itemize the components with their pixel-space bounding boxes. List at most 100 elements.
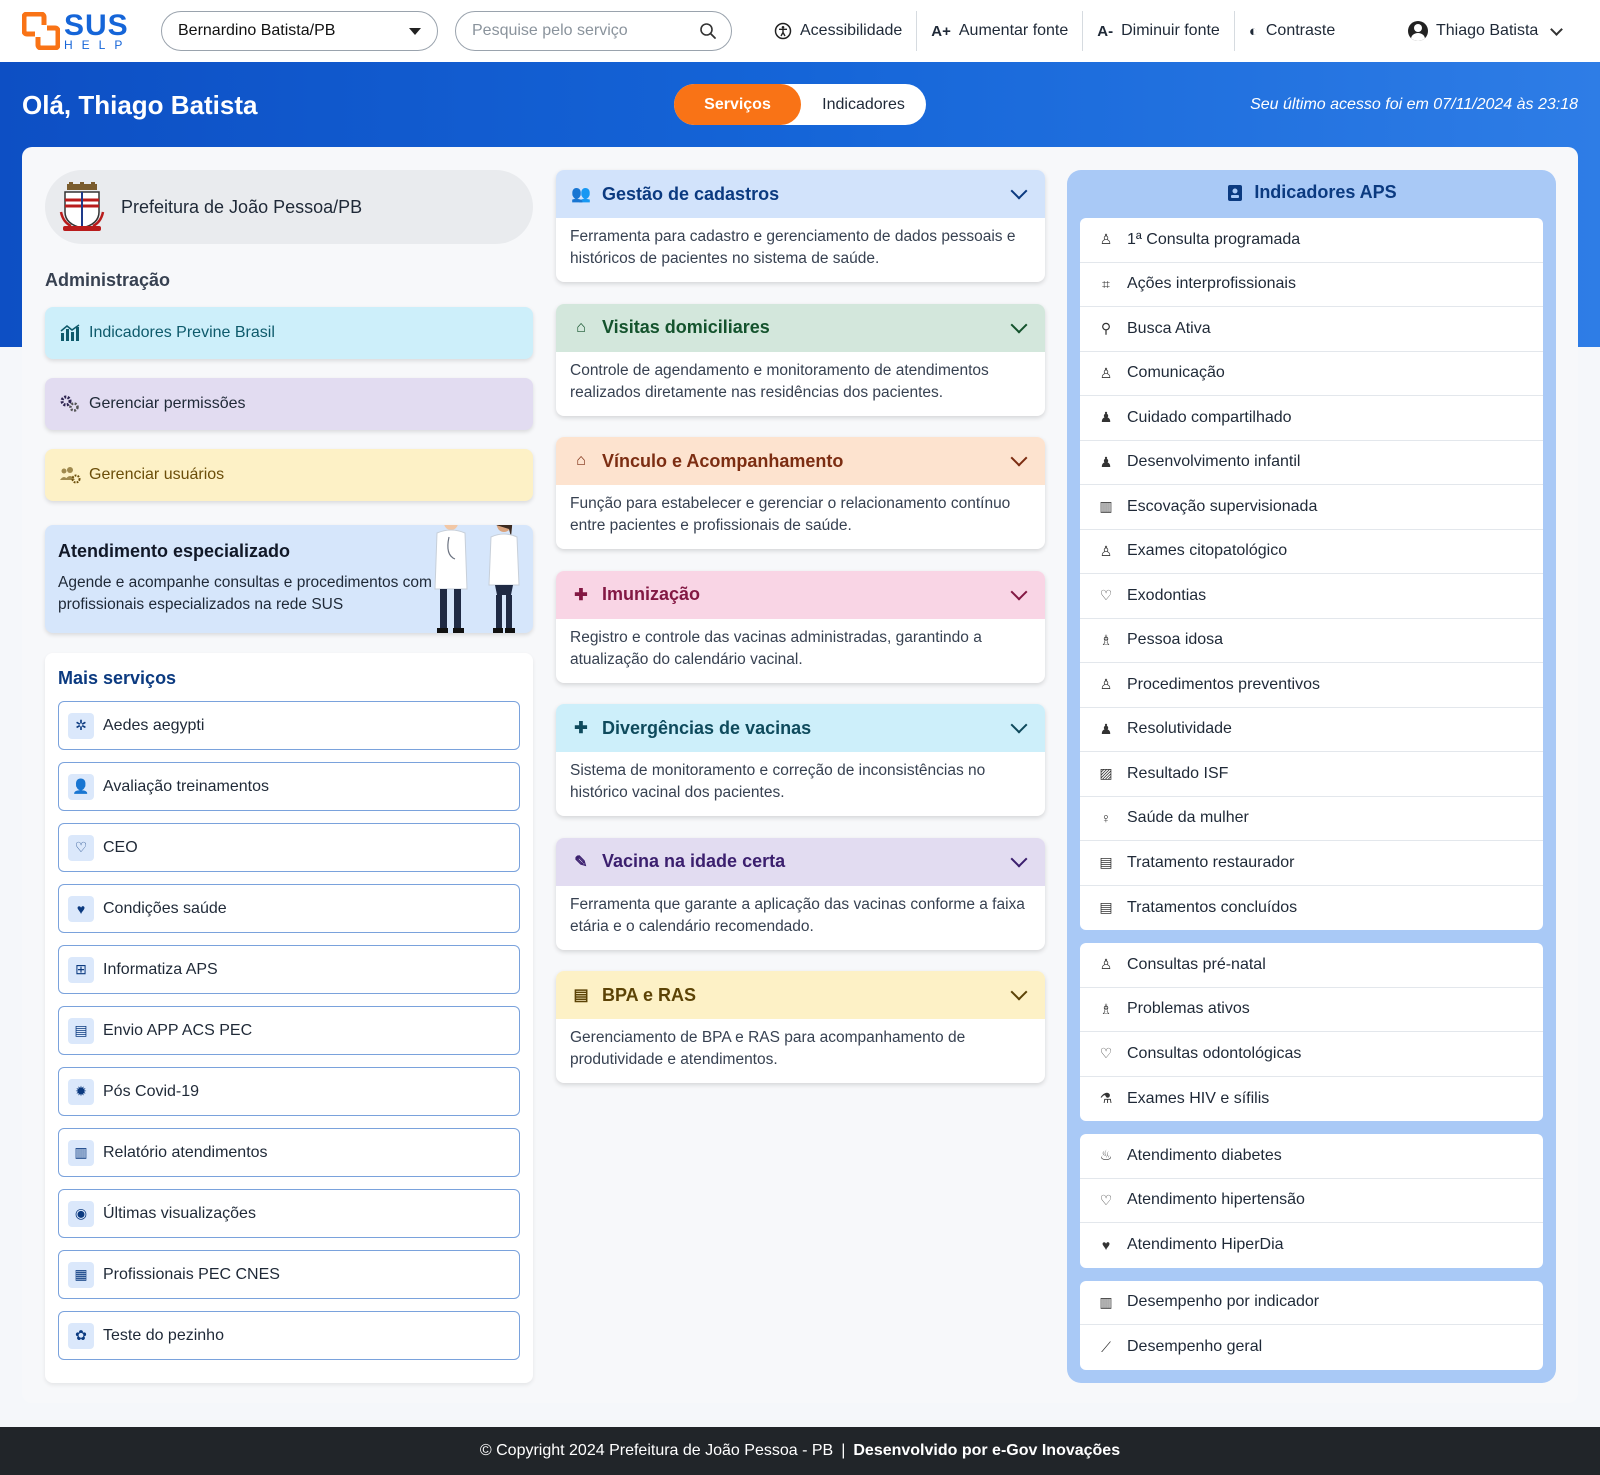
decrease-font-label: Diminuir fonte [1121,22,1220,39]
service-card[interactable]: ✎ Vacina na idade certa Ferramenta que gar… [556,837,1045,950]
service-card[interactable]: ✚ Divergências de vacinas Sistema de monit… [556,704,1045,816]
more-service-item[interactable]: ✿ Teste do pezinho [58,1311,520,1360]
aps-indicator-item[interactable]: ⚲ Busca Ativa [1080,307,1543,352]
aps-indicator-label: Consultas pré-natal [1127,955,1266,973]
decrease-font-button[interactable]: A- Diminuir fonte [1083,11,1235,51]
more-service-label: CEO [103,838,138,856]
location-select-value: Bernardino Batista/PB [178,22,336,39]
service-card[interactable]: ⌂ Vínculo e Acompanhamento Função para est… [556,437,1045,549]
aps-indicator-item[interactable]: ▤ Tratamentos concluídos [1080,886,1543,931]
manage-permissions-button[interactable]: Gerenciar permissões [45,378,533,430]
service-card-title: Imunização [602,584,701,604]
aps-indicator-item[interactable]: ⌗ Ações interprofissionais [1080,263,1543,307]
font-decrease-icon: A- [1097,22,1114,40]
more-service-label: Últimas visualizações [103,1204,256,1222]
service-card-description: Controle de agendamento e monitoramento … [570,361,989,401]
more-service-item[interactable]: ♡ CEO [58,823,520,872]
aps-indicator-item[interactable]: ▥ Escovação supervisionada [1080,485,1543,530]
service-card-description: Registro e controle das vacinas administ… [570,628,982,668]
search-input[interactable] [472,22,699,40]
aps-indicator-item[interactable]: ⚗ Exames HIV e sífilis [1080,1077,1543,1122]
aps-indicator-label: Consultas odontológicas [1127,1044,1302,1062]
more-service-item[interactable]: ◉ Últimas visualizações [58,1189,520,1238]
more-service-item[interactable]: ✲ Aedes aegypti [58,701,520,750]
service-card-header[interactable]: ✎ Vacina na idade certa [556,837,1045,886]
chevron-down-icon[interactable] [1010,449,1028,467]
more-service-item[interactable]: ♥ Condições saúde [58,884,520,933]
family-icon: ♟ [1099,453,1113,470]
search-icon[interactable] [699,22,717,40]
contrast-button[interactable]: ◐ Contraste [1235,11,1349,51]
user-search-icon: ⚲ [1100,320,1112,337]
aps-indicator-item[interactable]: ♙ 1ª Consulta programada [1080,218,1543,263]
clipboard-plus-icon: ▤ [1099,854,1113,871]
increase-font-button[interactable]: A+ Aumentar fonte [917,11,1084,51]
service-card-header[interactable]: ⌂ Visitas domiciliares [556,303,1045,352]
gears-icon [59,393,81,415]
clipboard-medical-icon: ✚ [574,720,588,737]
more-service-item[interactable]: ▥ Relatório atendimentos [58,1128,520,1177]
aps-indicator-item[interactable]: ♡ Consultas odontológicas [1080,1032,1543,1077]
chevron-down-icon[interactable] [1010,850,1028,867]
more-service-item[interactable]: ▤ Envio APP ACS PEC [58,1006,520,1055]
service-card-title: Vínculo e Acompanhamento [602,450,844,471]
aps-indicator-item[interactable]: ♟ Cuidado compartilhado [1080,396,1543,441]
chevron-down-icon[interactable] [1010,583,1028,600]
service-card-header[interactable]: ✚ Divergências de vacinas [556,704,1045,752]
aps-indicator-item[interactable]: ▥ Desempenho por indicador [1080,1281,1543,1325]
doctor-icon: ♙ [1099,231,1113,248]
service-card-header[interactable]: 👥 Gestão de cadastros [556,170,1045,218]
aps-indicator-item[interactable]: ♥ Atendimento HiperDia [1080,1223,1543,1268]
service-card-header[interactable]: ✚ Imunização [556,570,1045,619]
manage-permissions-label: Gerenciar permissões [89,395,246,412]
footer-developer[interactable]: Desenvolvido por e-Gov Inovações [853,1442,1120,1460]
aps-indicator-item[interactable]: ♡ Exodontias [1080,574,1543,619]
prefecture-crest-icon [59,182,105,231]
sus-help-logo[interactable]: SUS HELP [22,9,142,53]
manage-users-button[interactable]: Gerenciar usuários [45,449,533,501]
aps-indicator-item[interactable]: ♡ Atendimento hipertensão [1080,1179,1543,1223]
aps-indicator-item[interactable]: ▤ Tratamento restaurador [1080,841,1543,886]
aps-indicator-label: Procedimentos preventivos [1127,675,1320,693]
service-card[interactable]: ▤ BPA e RAS Gerenciamento de BPA e RAS par… [556,971,1045,1083]
aps-indicator-item[interactable]: ♗ Pessoa idosa [1080,619,1543,663]
service-card[interactable]: ⌂ Visitas domiciliares Controle de agendam… [556,303,1045,416]
aps-indicator-label: Desempenho por indicador [1127,1293,1320,1311]
previne-brasil-button[interactable]: Indicadores Previne Brasil [45,307,533,359]
chevron-down-icon[interactable] [1010,182,1028,200]
aps-indicator-item[interactable]: ♗ Problemas ativos [1080,988,1543,1032]
more-service-item[interactable]: ✹ Pós Covid-19 [58,1067,520,1116]
aps-indicator-item[interactable]: ♟ Desenvolvimento infantil [1080,441,1543,485]
more-service-item[interactable]: ⊞ Informatiza APS [58,945,520,994]
chevron-down-icon[interactable] [1010,316,1028,333]
service-card[interactable]: 👥 Gestão de cadastros Ferramenta para cada… [556,170,1045,282]
aps-indicator-item[interactable]: ▨ Resultado ISF [1080,752,1543,797]
more-service-label: Teste do pezinho [103,1326,224,1344]
service-search[interactable] [455,11,732,51]
aps-indicator-item[interactable]: ♨ Atendimento diabetes [1080,1134,1543,1179]
accessibility-button[interactable]: Acessibilidade [760,11,918,51]
more-service-label: Relatório atendimentos [103,1143,268,1161]
aps-indicators-title: Indicadores APS [1067,182,1556,203]
chevron-down-icon[interactable] [1010,716,1028,734]
tab-services[interactable]: Serviços [674,84,801,125]
aps-indicator-item[interactable]: ♟ Resolutividade [1080,708,1543,752]
greeting: Olá, Thiago Batista [22,90,258,120]
aps-indicator-item[interactable]: ♙ Comunicação [1080,352,1543,396]
aps-indicator-item[interactable]: ♙ Procedimentos preventivos [1080,663,1543,708]
chevron-down-icon[interactable] [1010,983,1028,1001]
service-card-header[interactable]: ▤ BPA e RAS [556,971,1045,1019]
service-card-header[interactable]: ⌂ Vínculo e Acompanhamento [556,437,1045,485]
more-service-item[interactable]: ▦ Profissionais PEC CNES [58,1250,520,1299]
specialized-care-card[interactable]: Atendimento especializado Agende e acomp… [45,525,533,633]
service-card[interactable]: ✚ Imunização Registro e controle das vacin… [556,570,1045,683]
aps-indicator-label: Busca Ativa [1127,319,1211,337]
aps-indicator-item[interactable]: ⟋ Desempenho geral [1080,1325,1543,1370]
more-service-item[interactable]: 👤 Avaliação treinamentos [58,762,520,811]
user-menu[interactable]: Thiago Batista [1408,11,1564,51]
aps-indicator-item[interactable]: ♀ Saúde da mulher [1080,797,1543,841]
tab-indicators[interactable]: Indicadores [801,84,926,125]
aps-indicator-item[interactable]: ♙ Exames citopatológico [1080,530,1543,574]
location-select[interactable]: Bernardino Batista/PB [161,11,438,51]
aps-indicator-item[interactable]: ♙ Consultas pré-natal [1080,943,1543,988]
